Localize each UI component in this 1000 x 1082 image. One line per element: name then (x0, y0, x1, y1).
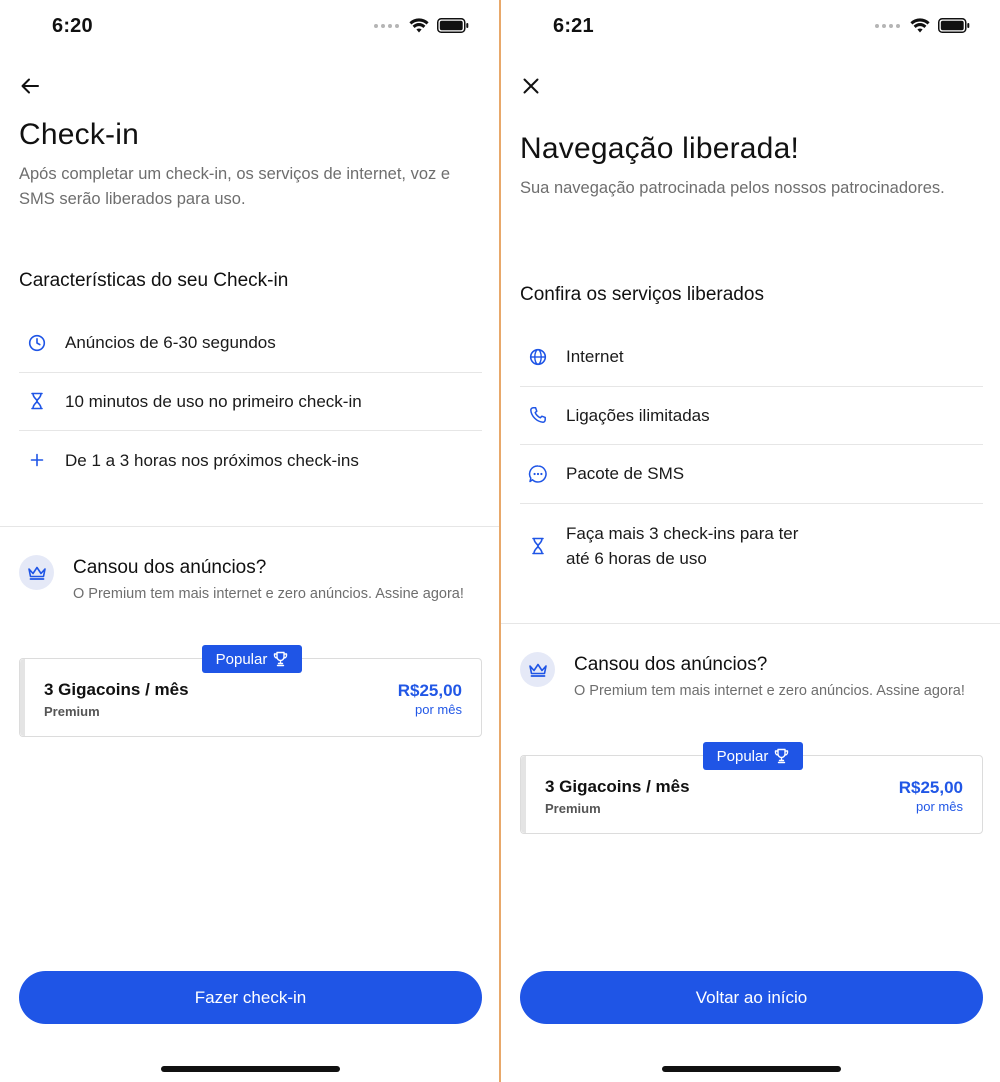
navigation-unlocked-screen: 6:21 Navegação liberada! Sua navegação p… (501, 0, 1000, 1082)
promo-description: O Premium tem mais internet e zero anúnc… (574, 683, 965, 699)
chat-bubble-icon (520, 464, 556, 484)
home-indicator (161, 1066, 340, 1072)
popular-badge: Popular (202, 645, 302, 673)
trophy-icon (274, 651, 288, 667)
promo-description: O Premium tem mais internet e zero anúnc… (73, 586, 464, 602)
wifi-icon (409, 18, 429, 33)
feature-text: Anúncios de 6-30 segundos (65, 333, 276, 353)
page-subtitle: Sua navegação patrocinada pelos nossos p… (520, 179, 945, 197)
feature-text: Pacote de SMS (566, 464, 685, 484)
signal-icon (875, 23, 900, 28)
feature-text: De 1 a 3 horas nos próximos check-ins (65, 450, 359, 470)
feature-text: Internet (566, 347, 624, 367)
feature-item: Faça mais 3 check-ins para ter até 6 hor… (520, 504, 983, 588)
trophy-icon (775, 748, 789, 764)
section-title: Confira os serviços liberados (520, 284, 764, 305)
battery-icon (437, 18, 469, 33)
battery-icon (938, 18, 970, 33)
crown-icon (19, 555, 54, 590)
crown-icon (520, 652, 555, 687)
feature-item: Internet (520, 328, 983, 387)
plan-period: por mês (415, 702, 462, 717)
feature-item: 10 minutos de uso no primeiro check-in (19, 373, 482, 431)
page-title: Navegação liberada! (520, 132, 799, 165)
globe-icon (520, 348, 556, 366)
close-button[interactable] (517, 72, 545, 100)
home-indicator (662, 1066, 841, 1072)
back-to-home-button[interactable]: Voltar ao início (520, 971, 983, 1024)
status-icons (875, 18, 970, 33)
plan-tier: Premium (545, 801, 601, 816)
feature-text: Ligações ilimitadas (566, 405, 710, 425)
section-divider (501, 623, 1000, 624)
section-divider (0, 526, 499, 527)
hourglass-icon (520, 537, 556, 555)
plan-name: 3 Gigacoins / mês (44, 680, 189, 699)
plan-price: R$25,00 (898, 778, 963, 797)
badge-label: Popular (716, 747, 769, 765)
popular-badge: Popular (703, 742, 803, 770)
checkin-screen: 6:20 Check-in Após completar um check-in… (0, 0, 499, 1082)
plan-price: R$25,00 (397, 681, 462, 700)
feature-text: Faça mais 3 check-ins para ter até 6 hor… (566, 523, 799, 568)
signal-icon (374, 23, 399, 28)
page-subtitle: Após completar um check-in, os serviços … (19, 165, 451, 208)
badge-label: Popular (215, 650, 268, 668)
section-title: Características do seu Check-in (19, 270, 289, 291)
feature-text: 10 minutos de uso no primeiro check-in (65, 391, 362, 411)
feature-item: Pacote de SMS (520, 445, 983, 504)
feature-item: Anúncios de 6-30 segundos (19, 314, 482, 373)
phone-icon (520, 406, 556, 424)
page-title: Check-in (19, 118, 139, 151)
promo-title: Cansou dos anúncios? (73, 557, 267, 578)
plan-tier: Premium (44, 704, 100, 719)
plan-period: por mês (916, 799, 963, 814)
wifi-icon (910, 18, 930, 33)
clock-icon (19, 334, 55, 352)
checkin-button[interactable]: Fazer check-in (19, 971, 482, 1024)
hourglass-icon (19, 392, 55, 410)
promo-title: Cansou dos anúncios? (574, 654, 768, 675)
status-time: 6:20 (52, 15, 93, 37)
feature-item: De 1 a 3 horas nos próximos check-ins (19, 431, 482, 490)
feature-item: Ligações ilimitadas (520, 387, 983, 445)
feature-list: Internet Ligações ilimitadas Pacote de S… (520, 328, 983, 588)
plus-icon (19, 453, 55, 467)
back-arrow-icon (21, 78, 39, 94)
close-icon (523, 78, 539, 94)
plan-name: 3 Gigacoins / mês (545, 777, 690, 796)
back-button[interactable] (16, 72, 44, 100)
status-time: 6:21 (553, 15, 594, 37)
status-icons (374, 18, 469, 33)
feature-list: Anúncios de 6-30 segundos 10 minutos de … (19, 314, 482, 490)
